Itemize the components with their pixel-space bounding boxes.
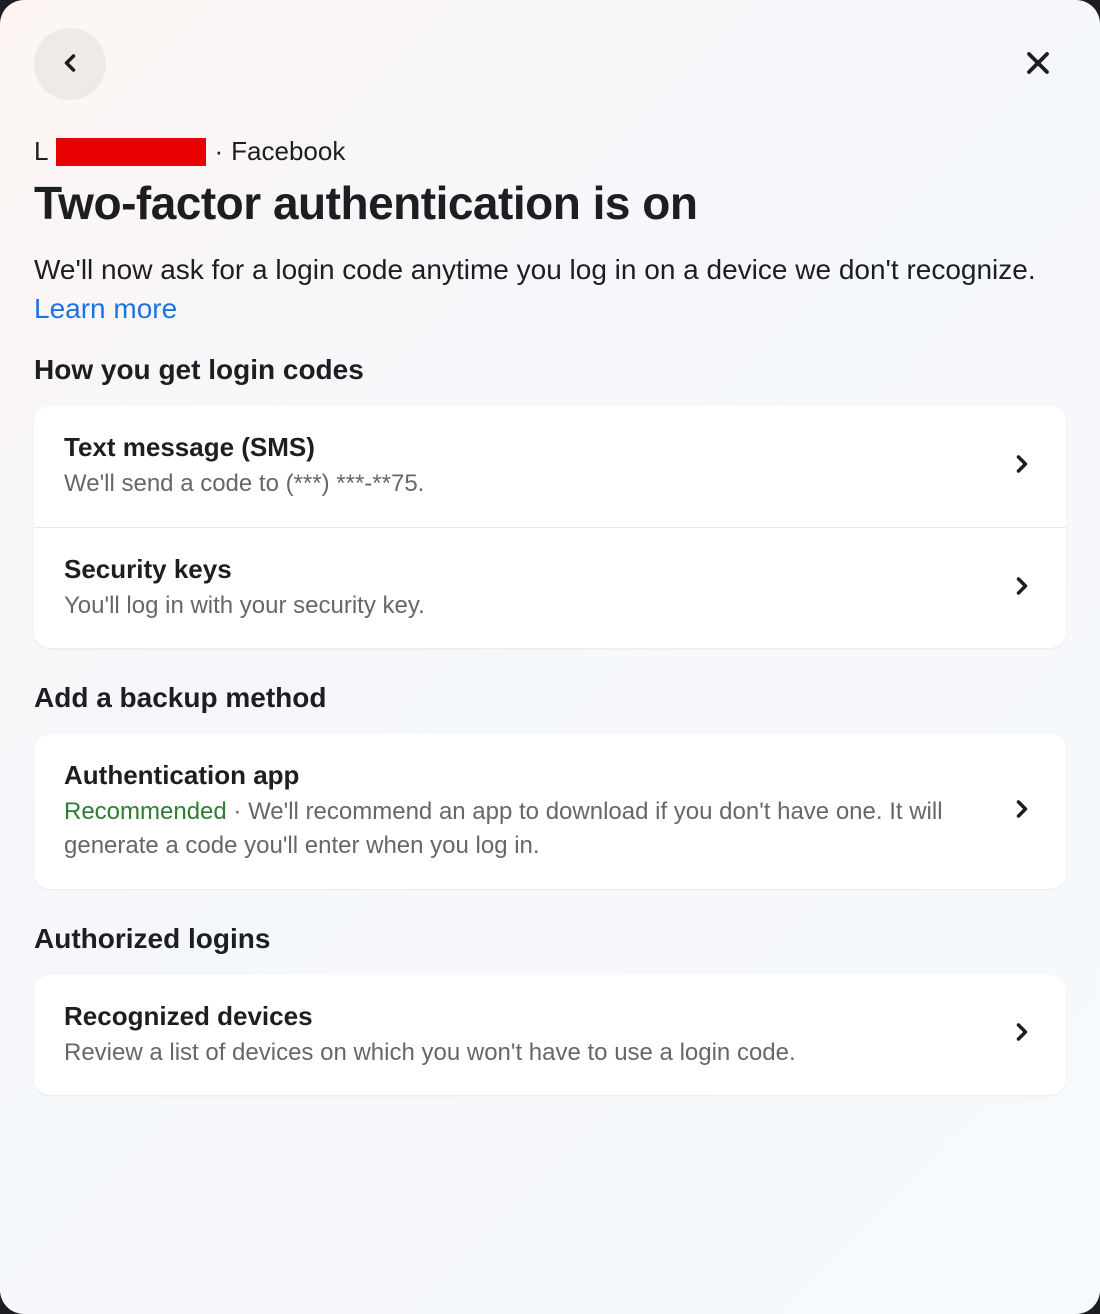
auth-app-separator: · (227, 798, 248, 825)
chevron-left-icon (56, 49, 84, 80)
sms-subtitle: We'll send a code to (***) ***-**75. (64, 467, 988, 501)
chevron-right-icon (1008, 795, 1036, 828)
top-bar (34, 28, 1066, 100)
section-title-backup: Add a backup method (34, 682, 1066, 714)
breadcrumb-name-initial: L (34, 136, 48, 167)
chevron-right-icon (1008, 1018, 1036, 1051)
page-description: We'll now ask for a login code anytime y… (34, 250, 1066, 328)
learn-more-link[interactable]: Learn more (34, 293, 177, 324)
breadcrumb: L · Facebook (34, 136, 1066, 167)
sms-item[interactable]: Text message (SMS) We'll send a code to … (34, 406, 1066, 527)
auth-app-subtitle: Recommended · We'll recommend an app to … (64, 795, 988, 862)
recognized-devices-title: Recognized devices (64, 1001, 988, 1032)
security-keys-text: Security keys You'll log in with your se… (64, 554, 1008, 623)
section-title-authorized: Authorized logins (34, 923, 1066, 955)
page-title: Two-factor authentication is on (34, 177, 1066, 230)
sms-text: Text message (SMS) We'll send a code to … (64, 432, 1008, 501)
security-keys-item[interactable]: Security keys You'll log in with your se… (34, 527, 1066, 649)
recognized-devices-text: Recognized devices Review a list of devi… (64, 1001, 1008, 1070)
chevron-right-icon (1008, 572, 1036, 605)
auth-app-text: Authentication app Recommended · We'll r… (64, 760, 1008, 862)
recognized-devices-subtitle: Review a list of devices on which you wo… (64, 1036, 988, 1070)
security-keys-title: Security keys (64, 554, 988, 585)
back-button[interactable] (34, 28, 106, 100)
security-keys-subtitle: You'll log in with your security key. (64, 589, 988, 623)
breadcrumb-separator: · (214, 136, 223, 167)
recognized-devices-item[interactable]: Recognized devices Review a list of devi… (34, 975, 1066, 1096)
authorized-group: Recognized devices Review a list of devi… (34, 975, 1066, 1096)
sms-title: Text message (SMS) (64, 432, 988, 463)
section-title-login-codes: How you get login codes (34, 354, 1066, 386)
auth-app-title: Authentication app (64, 760, 988, 791)
auth-app-item[interactable]: Authentication app Recommended · We'll r… (34, 734, 1066, 888)
close-icon (1020, 45, 1056, 84)
backup-group: Authentication app Recommended · We'll r… (34, 734, 1066, 888)
recommended-label: Recommended (64, 798, 227, 825)
redacted-block (56, 138, 206, 166)
two-factor-modal: L · Facebook Two-factor authentication i… (0, 0, 1100, 1314)
close-button[interactable] (1010, 36, 1066, 92)
login-codes-group: Text message (SMS) We'll send a code to … (34, 406, 1066, 648)
chevron-right-icon (1008, 450, 1036, 483)
breadcrumb-platform: Facebook (231, 136, 345, 167)
page-description-text: We'll now ask for a login code anytime y… (34, 254, 1036, 285)
